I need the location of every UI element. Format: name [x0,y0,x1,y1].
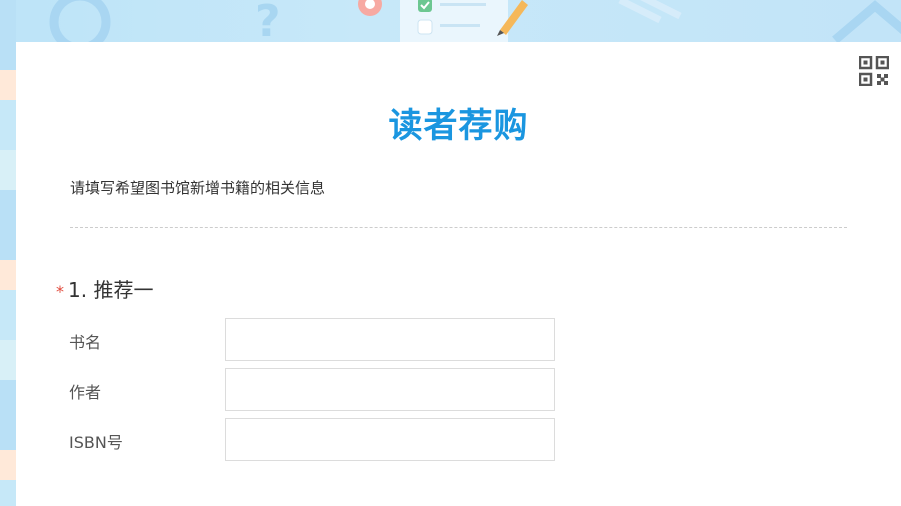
svg-text:?: ? [255,0,281,42]
author-label: 作者 [69,383,102,402]
form-card: 读者荐购 请填写希望图书馆新增书籍的相关信息 * 1. 推荐一 书名 作者 ISB… [16,42,901,506]
form-description: 请填写希望图书馆新增书籍的相关信息 [70,179,326,197]
isbn-label: ISBN号 [69,433,123,452]
isbn-input[interactable] [225,418,555,461]
author-input[interactable] [225,368,555,411]
left-decorative-strip [0,0,16,506]
qr-code-icon[interactable] [858,55,890,87]
book-title-input[interactable] [225,318,555,361]
required-asterisk: * [56,282,64,301]
question-title-text: 1. 推荐一 [68,278,154,302]
question-title: * 1. 推荐一 [56,274,153,303]
section-divider [70,227,847,228]
form-title: 读者荐购 [388,106,529,146]
header-banner: ? [0,0,901,42]
banner-illustration: ? [49,0,901,42]
book-title-label: 书名 [69,333,102,352]
